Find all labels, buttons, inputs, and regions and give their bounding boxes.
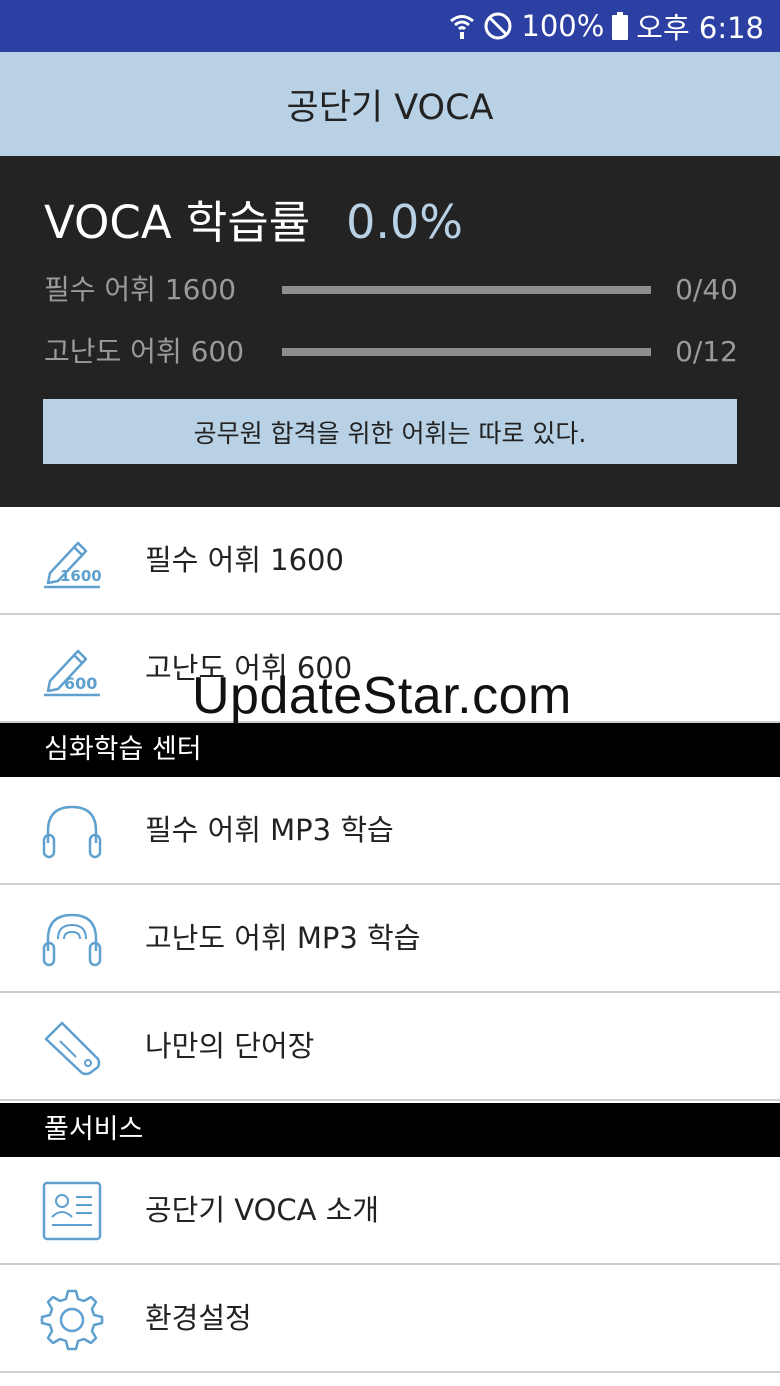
menu-item-settings[interactable]: 환경설정 [0, 1265, 780, 1373]
menu-item-label: 공단기 VOCA 소개 [145, 1193, 380, 1227]
learning-stats-panel: VOCA 학습률 0.0% 필수 어휘 1600 0/40 고난도 어휘 600… [0, 156, 780, 507]
progress-row-essential: 필수 어휘 1600 0/40 [44, 270, 738, 310]
menu-item-about[interactable]: 공단기 VOCA 소개 [0, 1157, 780, 1265]
pencil-600-icon: 600 [40, 637, 104, 701]
progress-count: 0/12 [675, 335, 738, 368]
section-header-study-center: 심화학습 센터 [0, 723, 780, 777]
progress-bar [282, 348, 651, 356]
headphones-icon [40, 799, 104, 863]
battery-percent: 100% [521, 9, 605, 43]
progress-label: 필수 어휘 1600 [44, 273, 237, 306]
learning-rate: VOCA 학습률 0.0% [44, 186, 463, 251]
gear-icon [40, 1287, 104, 1351]
status-bar: 100% 오후 6:18 [0, 0, 780, 52]
progress-label: 고난도 어휘 600 [44, 335, 245, 368]
slogan-banner[interactable]: 공무원 합격을 위한 어휘는 따로 있다. [43, 399, 737, 464]
pencil-1600-icon: 1600 [40, 529, 104, 593]
headphones-signal-icon [40, 907, 104, 971]
progress-count: 0/40 [675, 273, 738, 306]
profile-card-icon [40, 1179, 104, 1243]
menu-item-label: 필수 어휘 MP3 학습 [145, 813, 394, 847]
menu-item-advanced-mp3[interactable]: 고난도 어휘 MP3 학습 [0, 885, 780, 993]
do-not-disturb-icon [483, 11, 513, 41]
battery-icon [612, 12, 629, 40]
progress-row-advanced: 고난도 어휘 600 0/12 [44, 332, 738, 372]
watermark: UpdateStar.com [192, 667, 572, 725]
learning-rate-label: VOCA 학습률 [44, 196, 311, 249]
clock: 오후 6:18 [636, 11, 764, 45]
learning-rate-value: 0.0% [346, 195, 463, 249]
menu-item-label: 환경설정 [145, 1301, 252, 1335]
wifi-icon [449, 12, 475, 40]
page-title: 공단기 VOCA [286, 87, 494, 128]
menu-item-label: 나만의 단어장 [145, 1029, 315, 1063]
tag-icon [40, 1015, 104, 1079]
menu-item-label: 필수 어휘 1600 [145, 543, 344, 577]
svg-text:1600: 1600 [60, 567, 102, 585]
menu-item-essential-mp3[interactable]: 필수 어휘 MP3 학습 [0, 777, 780, 885]
menu-item-my-wordbook[interactable]: 나만의 단어장 [0, 993, 780, 1101]
menu-item-essential-vocab[interactable]: 1600 필수 어휘 1600 [0, 507, 780, 615]
app-header: 공단기 VOCA [0, 52, 780, 156]
section-header-full-service: 풀서비스 [0, 1103, 780, 1157]
svg-text:600: 600 [64, 674, 97, 693]
status-icons: 100% 오후 6:18 [449, 0, 764, 52]
menu-item-label: 고난도 어휘 MP3 학습 [145, 921, 421, 955]
progress-bar [282, 286, 651, 294]
